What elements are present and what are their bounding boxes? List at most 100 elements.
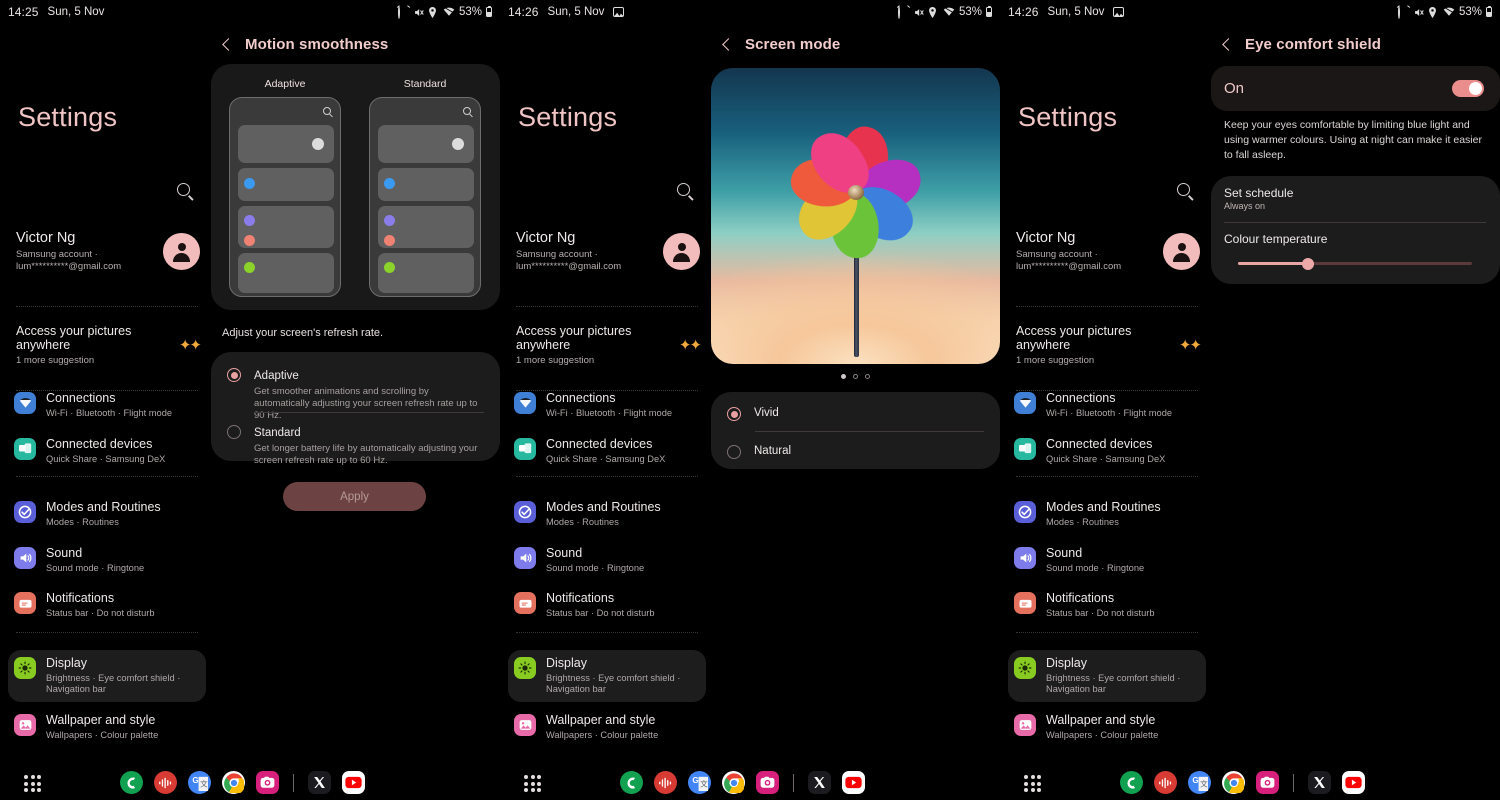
instagram-icon[interactable] [756,771,779,794]
eye-comfort-header: Eye comfort shield [1222,36,1381,53]
sidebar-item-sound[interactable]: Sound Sound mode · Ringtone [8,540,206,580]
wallpaper-preview[interactable] [711,68,1000,364]
chrome-icon[interactable] [722,771,745,794]
sparkle-icon: ✦✦ [678,336,702,354]
sidebar-item-sound[interactable]: Sound Sound mode · Ringtone [508,540,706,580]
taskbar-3: G文 [1000,766,1500,800]
google-translate-icon[interactable]: G文 [688,771,711,794]
google-translate-icon[interactable]: G文 [188,771,211,794]
option-standard[interactable]: Standard Get longer battery life by auto… [211,423,500,467]
account-line1: Samsung account · [16,249,98,260]
option-natural[interactable]: Natural [711,443,1000,459]
mute-icon [913,7,924,18]
youtube-icon[interactable] [1342,771,1365,794]
youtube-icon[interactable] [342,771,365,794]
x-twitter-icon[interactable] [1308,771,1331,794]
radio-natural[interactable] [727,445,741,459]
devices-icon [1014,438,1036,460]
sidebar-item-wallpaper-and-style[interactable]: Wallpaper and style Wallpapers · Colour p… [508,707,706,747]
search-icon[interactable] [170,176,196,202]
sidebar-item-connected-devices[interactable]: Connected devices Quick Share · Samsung D… [8,431,206,471]
sidebar-item-connections[interactable]: Connections Wi-Fi · Bluetooth · Flight mo… [508,385,706,425]
sidebar-item-wallpaper-and-style[interactable]: Wallpaper and style Wallpapers · Colour p… [8,707,206,747]
back-chevron-icon[interactable] [222,38,235,51]
apply-button[interactable]: Apply [283,482,426,511]
search-icon[interactable] [670,176,696,202]
phone-app-icon[interactable] [620,771,643,794]
phone-app-icon[interactable] [120,771,143,794]
back-chevron-icon[interactable] [1222,38,1235,51]
sidebar-item-notifications[interactable]: Notifications Status bar · Do not disturb [508,585,706,625]
option-adaptive[interactable]: Adaptive Get smoother animations and scr… [211,366,500,422]
sidebar-item-modes-and-routines[interactable]: Modes and Routines Modes · Routines [508,494,706,534]
chrome-icon[interactable] [1222,771,1245,794]
suggestion-card[interactable]: Access your pictures anywhere 1 more sug… [16,324,202,366]
instagram-icon[interactable] [256,771,279,794]
sidebar-item-sublabel: Quick Share · Samsung DeX [46,453,166,464]
sidebar-item-modes-and-routines[interactable]: Modes and Routines Modes · Routines [1008,494,1206,534]
chrome-icon[interactable] [222,771,245,794]
sidebar-item-connections[interactable]: Connections Wi-Fi · Bluetooth · Flight mo… [8,385,206,425]
search-icon [463,107,471,115]
voice-recorder-icon[interactable] [654,771,677,794]
app-drawer-icon[interactable] [24,775,41,792]
x-twitter-icon[interactable] [808,771,831,794]
account-row[interactable]: Victor Ng Samsung account · lum*********… [16,230,200,273]
pinwheel-hub [847,185,864,201]
colour-temperature-slider[interactable] [1238,257,1472,270]
divider [516,632,698,633]
page-dots [711,374,1000,379]
location-icon [928,6,939,18]
set-schedule-title[interactable]: Set schedule [1224,186,1293,200]
back-chevron-icon[interactable] [722,38,735,51]
avatar[interactable] [1163,233,1200,270]
eye-comfort-toggle[interactable] [1452,80,1484,97]
panel-screen-mode: 14:26 Sun, 5 Nov 53% Settings Victor Ng … [500,0,1000,800]
sidebar-item-notifications[interactable]: Notifications Status bar · Do not disturb [8,585,206,625]
account-row[interactable]: Victor Ng Samsung account · lum*********… [516,230,700,273]
phone-app-icon[interactable] [1120,771,1143,794]
sidebar-item-wallpaper-and-style[interactable]: Wallpaper and style Wallpapers · Colour p… [1008,707,1206,747]
account-line1: Samsung account · [516,249,598,260]
radio-adaptive[interactable] [227,368,241,382]
option-title: Adaptive [254,370,299,382]
app-drawer-icon[interactable] [1024,775,1041,792]
screen-mode-header: Screen mode [722,36,840,53]
instagram-icon[interactable] [1256,771,1279,794]
suggestion-card[interactable]: Access your pictures anywhere 1 more sug… [516,324,702,366]
sidebar-item-display[interactable]: Display Brightness · Eye comfort shield ·… [8,650,206,702]
youtube-icon[interactable] [842,771,865,794]
radio-vivid[interactable] [727,407,741,421]
mute-icon [1413,7,1424,18]
google-translate-icon[interactable]: G文 [1188,771,1211,794]
sidebar-item-connected-devices[interactable]: Connected devices Quick Share · Samsung D… [1008,431,1206,471]
notif-icon [514,592,536,614]
page-dot[interactable] [853,374,858,379]
page-dot[interactable] [841,374,846,379]
sidebar-item-notifications[interactable]: Notifications Status bar · Do not disturb [1008,585,1206,625]
sidebar-item-connections[interactable]: Connections Wi-Fi · Bluetooth · Flight mo… [1008,385,1206,425]
sidebar-item-connected-devices[interactable]: Connected devices Quick Share · Samsung D… [508,431,706,471]
sidebar-item-display[interactable]: Display Brightness · Eye comfort shield ·… [508,650,706,702]
wallpaper-icon [514,714,536,736]
avatar[interactable] [663,233,700,270]
sidebar-item-sublabel: Modes · Routines [1046,516,1119,527]
sidebar-item-sound[interactable]: Sound Sound mode · Ringtone [1008,540,1206,580]
sidebar-item-display[interactable]: Display Brightness · Eye comfort shield ·… [1008,650,1206,702]
status-bar-3: 14:26 Sun, 5 Nov 53% [1000,0,1500,24]
suggestion-title: Access your pictures anywhere [16,324,132,352]
radio-standard[interactable] [227,425,241,439]
option-vivid[interactable]: Vivid [711,405,1000,421]
page-dot[interactable] [865,374,870,379]
suggestion-card[interactable]: Access your pictures anywhere 1 more sug… [1016,324,1202,366]
account-row[interactable]: Victor Ng Samsung account · lum*********… [1016,230,1200,273]
slider-knob[interactable] [1302,257,1315,270]
sidebar-item-modes-and-routines[interactable]: Modes and Routines Modes · Routines [8,494,206,534]
x-twitter-icon[interactable] [308,771,331,794]
avatar[interactable] [163,233,200,270]
search-icon[interactable] [1170,176,1196,202]
voice-recorder-icon[interactable] [154,771,177,794]
app-drawer-icon[interactable] [524,775,541,792]
voice-recorder-icon[interactable] [1154,771,1177,794]
settings-column-3: Settings Victor Ng Samsung account · lum… [1000,24,1210,800]
